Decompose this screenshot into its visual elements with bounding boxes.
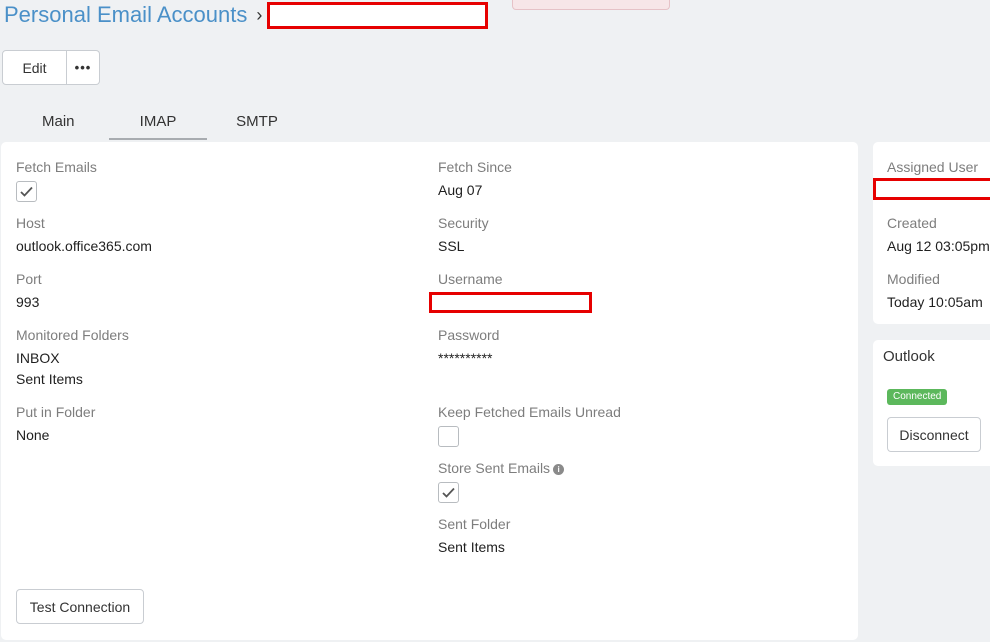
monitored-folder-item: Sent Items — [16, 371, 83, 387]
more-actions-button[interactable]: ••• — [67, 50, 100, 85]
redacted-assigned-user — [873, 178, 990, 200]
status-badge: Connected — [887, 389, 948, 405]
security-label: Security — [438, 215, 489, 231]
store-sent-field: Store Sent Emails i — [438, 459, 565, 503]
created-label: Created — [887, 215, 937, 231]
modified-value: Today 10:05am — [887, 294, 983, 310]
detail-tabs: Main IMAP SMTP — [12, 104, 307, 140]
port-value: 993 — [16, 294, 40, 310]
monitored-folders-label: Monitored Folders — [16, 327, 129, 343]
put-in-folder-label: Put in Folder — [16, 404, 96, 420]
host-field: Host outlook.office365.com — [16, 214, 152, 257]
info-icon[interactable]: i — [553, 464, 565, 475]
tab-imap[interactable]: IMAP — [109, 104, 207, 140]
host-value: outlook.office365.com — [16, 238, 152, 254]
notification-popover — [512, 0, 670, 10]
port-field: Port 993 — [16, 270, 42, 313]
tab-smtp[interactable]: SMTP — [207, 104, 307, 140]
imap-panel: Fetch Emails Host outlook.office365.com … — [1, 142, 858, 640]
username-field: Username — [429, 270, 592, 318]
redacted-username — [429, 292, 592, 313]
put-in-folder-field: Put in Folder None — [16, 403, 95, 446]
fetch-since-label: Fetch Since — [438, 159, 512, 175]
store-sent-label: Store Sent Emails — [438, 460, 551, 476]
record-meta-panel: Assigned User Created Aug 12 03:05pm Mod… — [873, 142, 990, 324]
put-in-folder-value: None — [16, 427, 50, 443]
monitored-folders-field: Monitored Folders INBOX Sent Items — [16, 326, 129, 390]
assigned-user-field: Assigned User — [873, 158, 990, 205]
keep-unread-field: Keep Fetched Emails Unread — [438, 403, 621, 447]
port-label: Port — [16, 271, 42, 287]
fetch-since-value: Aug 07 — [438, 182, 483, 198]
fetch-emails-label: Fetch Emails — [16, 159, 97, 175]
username-label: Username — [438, 271, 503, 287]
security-value: SSL — [438, 238, 465, 254]
disconnect-button[interactable]: Disconnect — [887, 417, 981, 452]
breadcrumb-separator: › — [256, 4, 263, 25]
breadcrumb-root-link[interactable]: Personal Email Accounts — [4, 2, 247, 28]
outlook-panel: Outlook Connected Disconnect — [873, 340, 990, 466]
sent-folder-label: Sent Folder — [438, 516, 511, 532]
edit-button[interactable]: Edit — [2, 50, 67, 85]
created-field: Created Aug 12 03:05pm — [887, 214, 990, 257]
modified-field: Modified Today 10:05am — [887, 270, 983, 313]
host-label: Host — [16, 215, 45, 231]
created-value: Aug 12 03:05pm — [887, 238, 990, 254]
store-sent-checkbox[interactable] — [438, 482, 459, 503]
breadcrumb: Personal Email Accounts › — [4, 0, 489, 30]
test-connection-button[interactable]: Test Connection — [16, 589, 144, 624]
outlook-title: Outlook — [883, 348, 935, 365]
keep-unread-label: Keep Fetched Emails Unread — [438, 404, 621, 420]
redacted-account-name — [267, 1, 489, 29]
modified-label: Modified — [887, 271, 940, 287]
record-actions: Edit ••• — [2, 50, 100, 85]
monitored-folder-item: INBOX — [16, 350, 60, 366]
sent-folder-value: Sent Items — [438, 539, 505, 555]
password-label: Password — [438, 327, 500, 343]
fetch-emails-checkbox[interactable] — [16, 181, 37, 202]
checkmark-icon — [442, 487, 455, 498]
fetch-since-field: Fetch Since Aug 07 — [438, 158, 512, 201]
keep-unread-checkbox[interactable] — [438, 426, 459, 447]
password-value: ********** — [438, 350, 493, 366]
checkmark-icon — [20, 186, 33, 197]
password-field: Password ********** — [438, 326, 499, 369]
tab-main[interactable]: Main — [12, 104, 109, 140]
security-field: Security SSL — [438, 214, 489, 257]
sent-folder-field: Sent Folder Sent Items — [438, 515, 510, 558]
assigned-user-label: Assigned User — [887, 159, 979, 175]
fetch-emails-field: Fetch Emails — [16, 158, 97, 202]
